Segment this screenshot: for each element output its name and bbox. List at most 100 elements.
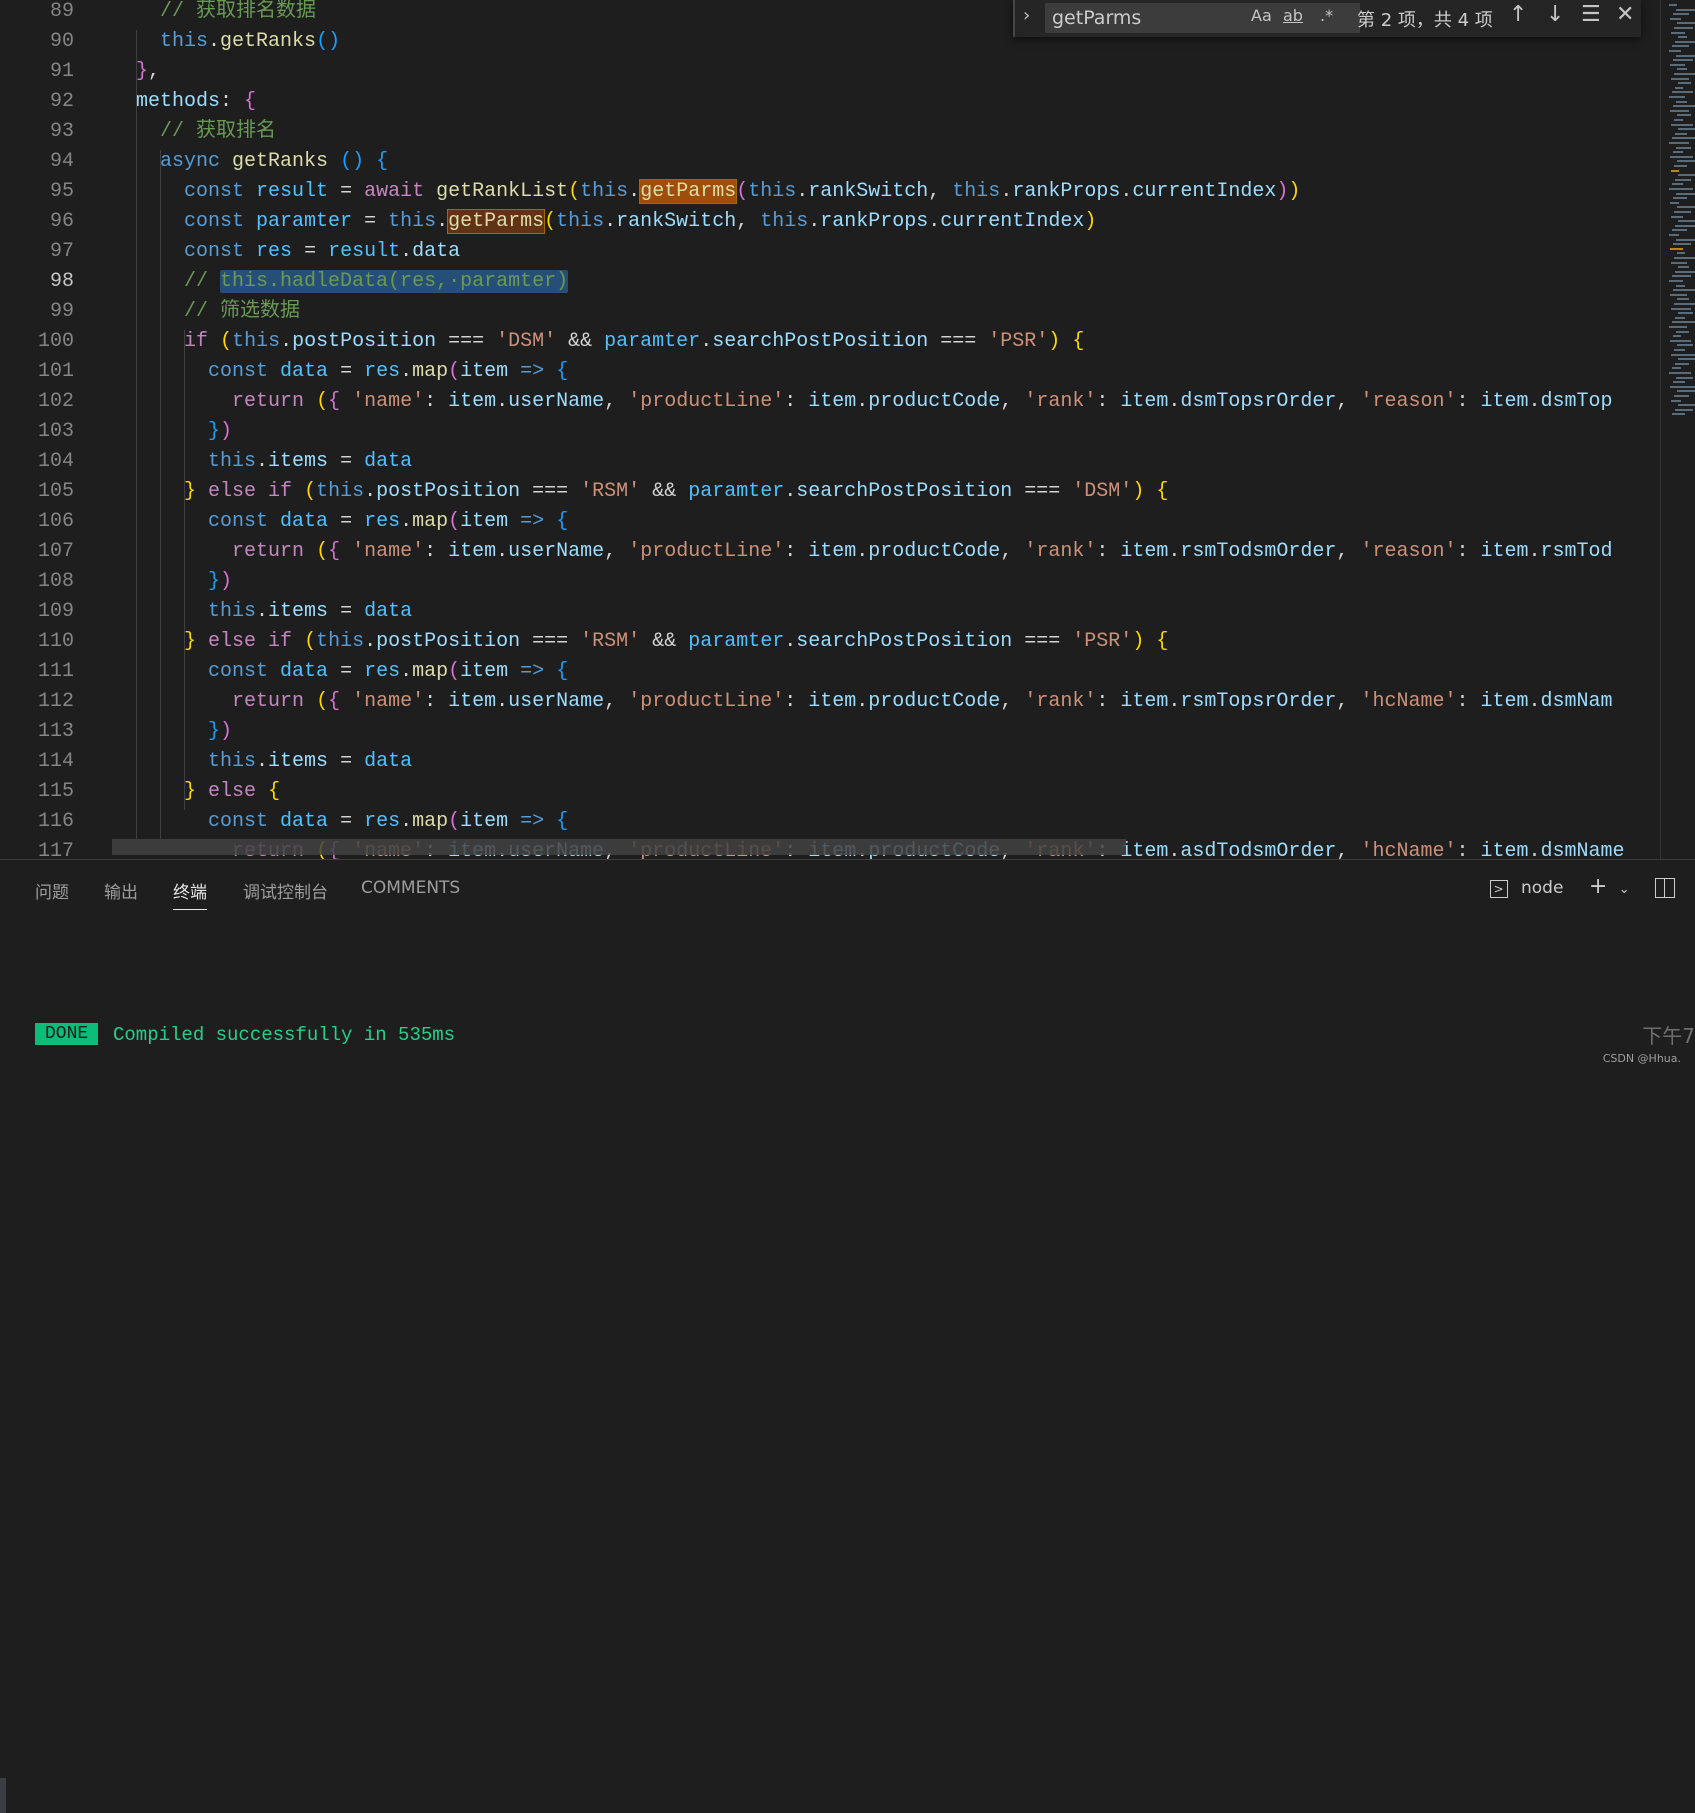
code-line[interactable]: const data = res.map(item => { bbox=[112, 357, 568, 387]
code-line[interactable]: const res = result.data bbox=[112, 237, 460, 267]
panel-tab[interactable]: 调试控制台 bbox=[243, 878, 328, 909]
code-line[interactable]: const data = res.map(item => { bbox=[112, 657, 568, 687]
chevron-down-icon[interactable]: ⌄ bbox=[1619, 882, 1630, 897]
code-line[interactable]: this.getRanks() bbox=[112, 27, 340, 57]
new-terminal-icon[interactable]: + bbox=[1589, 874, 1607, 899]
panel-tab[interactable]: COMMENTS bbox=[361, 878, 460, 904]
code-line[interactable]: return ({ 'name': item.userName, 'produc… bbox=[112, 537, 1612, 567]
minimap-line bbox=[1677, 344, 1693, 347]
code-token: getRanks bbox=[220, 30, 317, 53]
code-token: postPosition bbox=[292, 330, 437, 353]
code-token: . bbox=[856, 390, 869, 413]
code-line[interactable]: } else if (this.postPosition === 'RSM' &… bbox=[112, 627, 1168, 657]
code-line[interactable]: this.items = data bbox=[112, 597, 412, 627]
code-line[interactable]: // 筛选数据 bbox=[112, 297, 300, 327]
minimap-line bbox=[1674, 257, 1695, 259]
code-token: 'reason' bbox=[1360, 540, 1457, 563]
code-line[interactable]: } else { bbox=[112, 777, 280, 807]
whole-word-toggle[interactable]: ab bbox=[1283, 6, 1303, 25]
line-number: 98 bbox=[49, 270, 74, 293]
code-token: === bbox=[520, 630, 581, 653]
code-token: this bbox=[316, 480, 365, 503]
terminal-icon[interactable]: > bbox=[1489, 880, 1508, 898]
code-token: : bbox=[220, 90, 245, 113]
panel-tab[interactable]: 问题 bbox=[35, 878, 69, 909]
regex-toggle[interactable]: .* bbox=[1320, 6, 1333, 25]
minimap-line bbox=[1675, 408, 1693, 411]
panel-tab[interactable]: 输出 bbox=[104, 878, 138, 909]
code-token: = bbox=[328, 600, 365, 623]
code-token: this bbox=[208, 750, 257, 773]
minimap-line bbox=[1673, 13, 1689, 16]
minimap-line bbox=[1673, 289, 1695, 292]
code-line[interactable]: } else if (this.postPosition === 'RSM' &… bbox=[112, 477, 1168, 507]
code-line[interactable]: methods: { bbox=[112, 87, 256, 117]
close-icon[interactable]: ✕ bbox=[1616, 2, 1634, 27]
code-token: await bbox=[364, 180, 425, 203]
code-line[interactable]: if (this.postPosition === 'DSM' && param… bbox=[112, 327, 1084, 357]
match-case-toggle[interactable]: Aa bbox=[1251, 6, 1272, 25]
code-line[interactable]: const data = res.map(item => { bbox=[112, 807, 568, 837]
code-line[interactable]: return ({ 'name': item.userName, 'produc… bbox=[112, 687, 1612, 717]
code-line[interactable]: }) bbox=[112, 567, 232, 597]
code-token: dsmTopsrOrder bbox=[1180, 390, 1337, 413]
minimap-line bbox=[1669, 4, 1677, 6]
code-line[interactable]: const paramter = this.getParms(this.rank… bbox=[112, 207, 1096, 237]
code-line[interactable]: return ({ 'name': item.userName, 'produc… bbox=[112, 387, 1612, 417]
arrow-up-icon[interactable]: ↑ bbox=[1509, 2, 1527, 27]
code-token: map bbox=[412, 660, 449, 683]
code-token: item bbox=[448, 390, 497, 413]
terminal-name[interactable]: node bbox=[1521, 878, 1563, 898]
code-token: . bbox=[1168, 690, 1181, 713]
code-token: : bbox=[424, 540, 449, 563]
code-token: res bbox=[256, 240, 293, 263]
minimap[interactable] bbox=[1660, 0, 1695, 859]
find-input[interactable]: getParms bbox=[1045, 3, 1360, 33]
code-token: userName bbox=[508, 690, 605, 713]
line-number: 111 bbox=[37, 660, 74, 683]
code-line[interactable]: }) bbox=[112, 717, 232, 747]
code-line[interactable]: }) bbox=[112, 417, 232, 447]
minimap-line bbox=[1670, 109, 1689, 112]
code-token: . bbox=[400, 360, 413, 383]
code-token: res bbox=[364, 810, 401, 833]
line-number: 94 bbox=[49, 150, 74, 173]
code-token: item bbox=[1480, 540, 1529, 563]
panel-tab[interactable]: 终端 bbox=[173, 878, 207, 910]
code-line[interactable]: this.items = data bbox=[112, 447, 412, 477]
code-line[interactable]: this.items = data bbox=[112, 747, 412, 777]
minimap-line bbox=[1670, 293, 1687, 296]
horizontal-scrollbar[interactable] bbox=[112, 839, 1126, 855]
code-line[interactable]: async getRanks () { bbox=[112, 147, 388, 177]
minimap-line bbox=[1672, 91, 1693, 94]
code-token: rankProps bbox=[820, 210, 929, 233]
code-line[interactable]: // 获取排名数据 bbox=[112, 0, 316, 27]
code-editor[interactable]: 89 90 91 92 93 94 95 96 97 98 99 100 101 102 103 104 105… bbox=[0, 0, 1695, 859]
code-token: . bbox=[280, 330, 293, 353]
split-terminal-icon[interactable] bbox=[1655, 878, 1675, 898]
minimap-line bbox=[1671, 31, 1685, 34]
toggle-replace-icon[interactable]: › bbox=[1023, 5, 1030, 26]
match-count: 第 2 项，共 4 项 bbox=[1357, 10, 1493, 31]
minimap-line bbox=[1676, 376, 1693, 379]
minimap-line bbox=[1677, 68, 1687, 71]
code-token: this bbox=[760, 210, 809, 233]
minimap-line bbox=[1677, 114, 1691, 117]
code-token: ) bbox=[1084, 210, 1097, 233]
code-area[interactable]: // 获取排名数据 this.getRanks() }, methods: { … bbox=[112, 0, 1660, 859]
code-line[interactable]: const result = await getRankList(this.ge… bbox=[112, 177, 1300, 207]
line-number: 101 bbox=[37, 360, 74, 383]
find-in-selection-icon[interactable]: ☰ bbox=[1581, 2, 1601, 27]
code-line[interactable]: const data = res.map(item => { bbox=[112, 507, 568, 537]
arrow-down-icon[interactable]: ↓ bbox=[1546, 2, 1564, 27]
line-number: 106 bbox=[37, 510, 74, 533]
code-line[interactable]: // this.hadleData(res,·paramter) bbox=[112, 267, 569, 297]
minimap-line bbox=[1672, 45, 1689, 48]
